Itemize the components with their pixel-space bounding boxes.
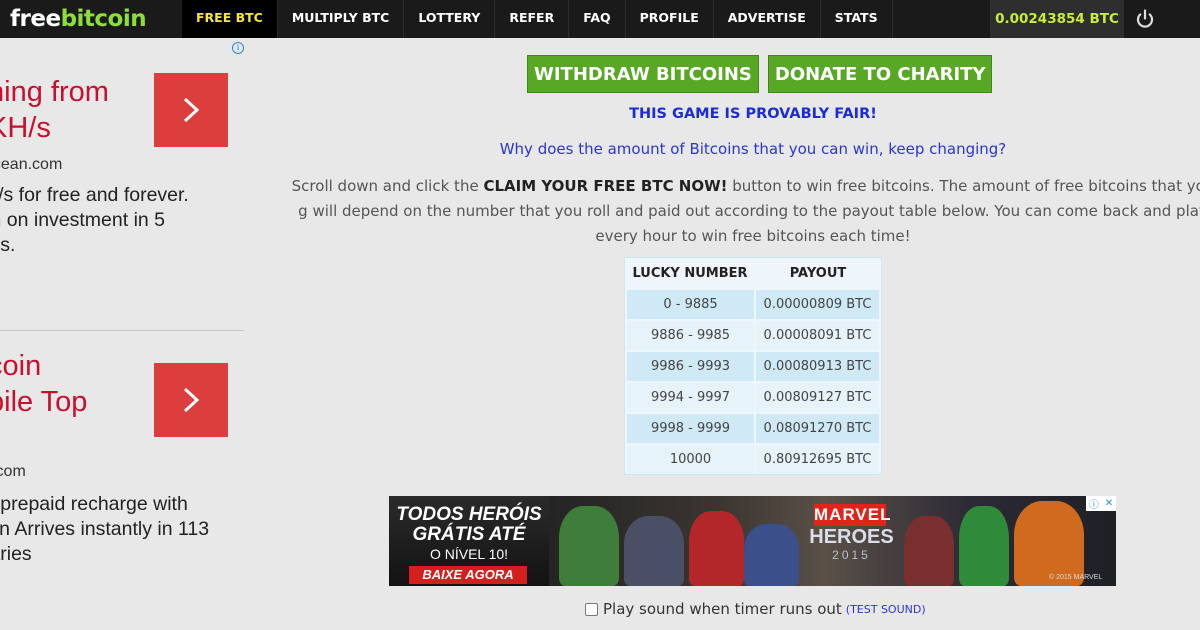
payout-cell: 0.00000809 BTC — [756, 290, 879, 319]
payout-table: LUCKY NUMBER PAYOUT 0 - 9885 0.00000809 … — [624, 257, 882, 475]
hero-figure-vision — [959, 506, 1009, 586]
lucky-number-cell: 9994 - 9997 — [627, 383, 754, 412]
lucky-number-cell: 9986 - 9993 — [627, 352, 754, 381]
banner-line3: O NÍVEL 10! — [429, 546, 509, 562]
hero-figure-red — [904, 516, 954, 586]
ad1-body: H/s for free and forever. rn on investme… — [0, 184, 189, 256]
site-logo[interactable]: freebitcoin — [0, 6, 182, 32]
hero-figure-blue — [744, 524, 799, 586]
header-lucky-number: LUCKY NUMBER — [632, 266, 748, 281]
provably-fair-heading[interactable]: THIS GAME IS PROVABLY FAIR! — [420, 106, 1086, 122]
chevron-right-icon — [183, 387, 200, 413]
payout-cell: 0.00080913 BTC — [756, 352, 879, 381]
left-ad-column: i ning from KH/s ocean.com H/s for free … — [0, 38, 245, 630]
banner-download-button[interactable]: BAIXE AGORA — [409, 566, 527, 584]
lucky-number-cell: 9998 - 9999 — [627, 414, 754, 443]
nav-lottery[interactable]: LOTTERY — [404, 0, 496, 38]
logout-power-icon[interactable] — [1132, 6, 1158, 32]
table-row: 9986 - 9993 0.00080913 BTC — [627, 352, 879, 381]
table-row: 0 - 9885 0.00000809 BTC — [627, 290, 879, 319]
donate-to-charity-button[interactable]: DONATE TO CHARITY — [767, 55, 993, 93]
play-sound-label: Play sound when timer runs out — [603, 600, 842, 618]
header-payout: PAYOUT — [789, 266, 847, 281]
heroes-title: HEROES — [809, 526, 894, 548]
nav-profile[interactable]: PROFILE — [626, 0, 714, 38]
ad2-domain[interactable]: ll.com — [0, 463, 26, 481]
desc-claim-bold: CLAIM YOUR FREE BTC NOW! — [483, 177, 728, 195]
banner-line2: GRÁTIS ATÉ — [412, 524, 526, 545]
payout-cell: 0.00809127 BTC — [756, 383, 879, 412]
table-row: 9994 - 9997 0.00809127 BTC — [627, 383, 879, 412]
nav-multiply-btc[interactable]: MULTIPLY BTC — [278, 0, 405, 38]
banner-text-panel: TODOS HERÓIS GRÁTIS ATÉ O NÍVEL 10! BAIX… — [389, 496, 549, 586]
heroes-year: 2015 — [832, 548, 871, 562]
nav-refer[interactable]: REFER — [495, 0, 570, 38]
ad1-headline-line1[interactable]: ning from — [0, 74, 148, 110]
ad2-headline-line2[interactable]: bile Top — [0, 384, 148, 420]
why-amount-changes-link[interactable]: Why does the amount of Bitcoins that you… — [370, 140, 1136, 158]
sound-option: Play sound when timer runs out (TEST SOU… — [585, 600, 926, 618]
lucky-number-cell: 10000 — [627, 445, 754, 474]
ad-close-icon[interactable]: ✕ — [1105, 498, 1113, 509]
top-navbar: freebitcoin FREE BTC MULTIPLY BTC LOTTER… — [0, 0, 1200, 38]
action-button-row: WITHDRAW BITCOINS DONATE TO CHARITY — [527, 55, 993, 93]
logo-text-free: free — [10, 6, 61, 32]
marvel-heroes-banner-ad[interactable]: TODOS HERÓIS GRÁTIS ATÉ O NÍVEL 10! BAIX… — [389, 496, 1116, 586]
payout-cell: 0.80912695 BTC — [756, 445, 879, 474]
table-row: 9998 - 9999 0.08091270 BTC — [627, 414, 879, 443]
hero-figure-spider — [689, 511, 744, 586]
lucky-number-cell: 9886 - 9985 — [627, 321, 754, 350]
balance-display: 0.00243854 BTC — [990, 0, 1124, 38]
payout-cell: 0.00008091 BTC — [756, 321, 879, 350]
table-row: 10000 0.80912695 BTC — [627, 445, 879, 474]
banner-copyright: © 2015 MARVEL — [1049, 574, 1103, 581]
withdraw-bitcoins-button[interactable]: WITHDRAW BITCOINS — [527, 55, 759, 93]
table-row: 9886 - 9985 0.00008091 BTC — [627, 321, 879, 350]
nav-stats[interactable]: STATS — [821, 0, 893, 38]
claim-description: Scroll down and click the CLAIM YOUR FRE… — [288, 174, 1200, 249]
nav-advertise[interactable]: ADVERTISE — [714, 0, 821, 38]
banner-ad-choices[interactable]: ⓘ ✕ — [1086, 496, 1116, 511]
ad-info-icon[interactable]: i — [232, 42, 244, 54]
ad1-arrow-button[interactable] — [154, 73, 228, 147]
hero-figure-green — [559, 506, 619, 586]
main-nav: FREE BTC MULTIPLY BTC LOTTERY REFER FAQ … — [182, 0, 893, 38]
ad1-domain[interactable]: ocean.com — [0, 156, 62, 174]
chevron-right-icon — [183, 97, 200, 123]
ad2-arrow-button[interactable] — [154, 363, 228, 437]
ad2-body: d prepaid recharge with oin Arrives inst… — [0, 493, 210, 565]
marvel-logo: MARVEL — [814, 504, 892, 526]
lucky-number-cell: 0 - 9885 — [627, 290, 754, 319]
logo-text-bitcoin: bitcoin — [60, 6, 147, 32]
payout-table-header: LUCKY NUMBER PAYOUT — [625, 258, 881, 289]
test-sound-link[interactable]: (TEST SOUND) — [846, 603, 926, 616]
banner-line1: TODOS HERÓIS — [396, 504, 542, 525]
desc-pre: Scroll down and click the — [291, 177, 484, 195]
nav-free-btc[interactable]: FREE BTC — [182, 0, 278, 38]
play-sound-checkbox[interactable] — [585, 602, 598, 616]
hero-figure-armor — [624, 516, 684, 586]
ad1-headline-line2[interactable]: KH/s — [0, 110, 148, 146]
ad-info-icon[interactable]: ⓘ — [1089, 496, 1099, 511]
ad2-headline-line1[interactable]: coin — [0, 348, 148, 384]
ad-divider — [0, 330, 244, 331]
nav-faq[interactable]: FAQ — [569, 0, 626, 38]
payout-cell: 0.08091270 BTC — [756, 414, 879, 443]
